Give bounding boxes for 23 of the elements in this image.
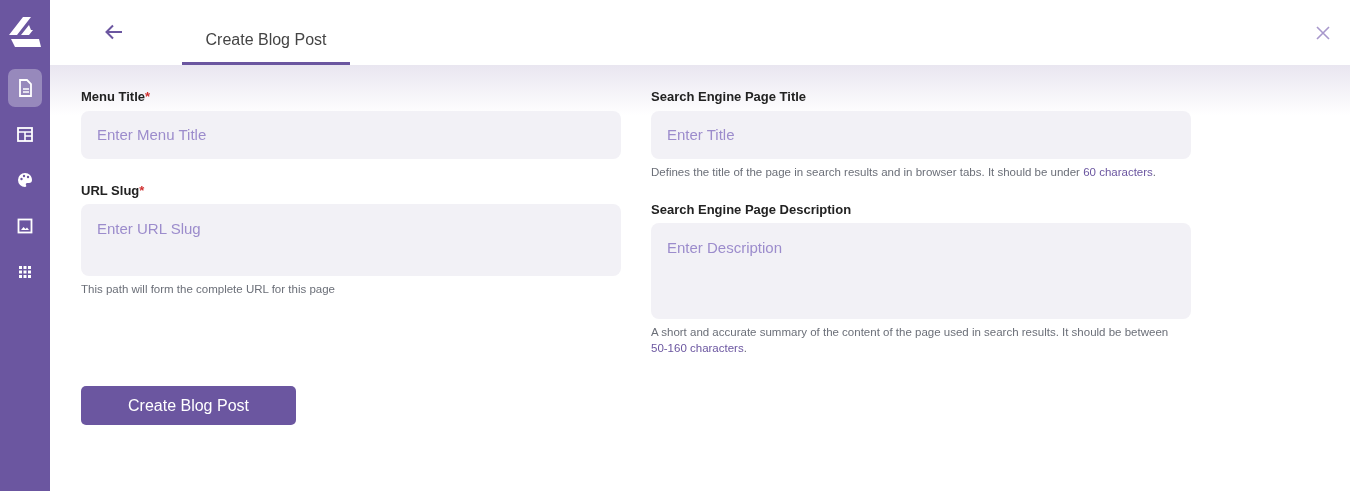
text-area[interactable]: Enter Description xyxy=(651,223,1191,319)
close-button[interactable] xyxy=(1316,26,1330,40)
help-text: This path will form the complete URL for this page xyxy=(81,282,336,297)
text-area[interactable]: Enter URL Slug xyxy=(81,204,621,276)
logo-icon xyxy=(9,17,41,47)
field-label: Search Engine Page Description xyxy=(651,200,852,219)
sidebar-item[interactable] xyxy=(8,69,42,107)
image-icon xyxy=(15,216,35,236)
help-text: Defines the title of the page in search results and in browser tabs. It should be under 60 characters. xyxy=(651,164,1158,180)
text-field[interactable]: Enter Menu Title xyxy=(81,110,621,159)
required-asterisk: * xyxy=(139,181,145,200)
field-label: Menu Title xyxy=(81,88,146,106)
field-label: Search Engine Page Title xyxy=(651,88,807,106)
required-asterisk: * xyxy=(145,88,151,106)
palette-icon xyxy=(15,170,35,190)
field-label: URL Slug xyxy=(81,181,140,200)
text-field[interactable]: Enter Title xyxy=(651,110,1191,159)
layout-icon xyxy=(15,124,35,144)
close-icon xyxy=(1316,26,1330,40)
help-text: A short and accurate summary of the content of the page used in search results. It should be between 50-160 characters. xyxy=(651,325,1170,356)
back-button[interactable] xyxy=(105,24,123,40)
create-blog-post-button[interactable]: Create Blog Post xyxy=(81,386,296,425)
back-arrow-icon xyxy=(105,24,123,40)
